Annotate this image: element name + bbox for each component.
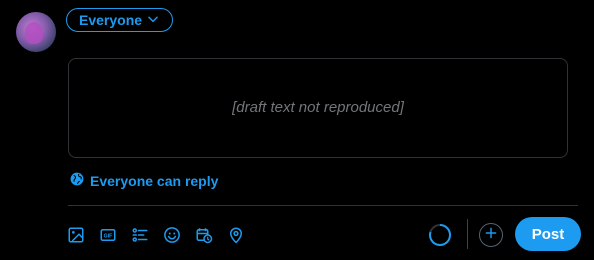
reply-setting-label: Everyone can reply xyxy=(90,172,219,189)
image-icon[interactable] xyxy=(62,221,90,249)
character-count-ring xyxy=(428,223,452,247)
emoji-icon[interactable] xyxy=(158,221,186,249)
poll-icon[interactable] xyxy=(126,221,154,249)
plus-icon xyxy=(484,226,498,245)
post-button[interactable]: Post xyxy=(515,217,581,251)
avatar[interactable] xyxy=(16,12,56,52)
composer-toolbar: GIF xyxy=(62,221,250,249)
composer-content-omitted-note: [draft text not reproduced] xyxy=(232,99,404,116)
audience-label: Everyone xyxy=(79,12,143,28)
chevron-down-icon xyxy=(146,12,160,29)
toolbar-separator xyxy=(467,219,468,249)
schedule-icon[interactable] xyxy=(190,221,218,249)
post-composer-textarea[interactable]: [draft text not reproduced] xyxy=(68,58,568,158)
globe-icon xyxy=(70,172,84,189)
audience-selector-button[interactable]: Everyone xyxy=(66,8,174,32)
gif-icon[interactable]: GIF xyxy=(94,221,122,249)
svg-text:GIF: GIF xyxy=(104,233,114,239)
reply-setting-button[interactable]: Everyone can reply xyxy=(70,172,218,189)
divider xyxy=(68,205,578,206)
add-post-button[interactable] xyxy=(479,223,503,247)
location-icon[interactable] xyxy=(222,221,250,249)
